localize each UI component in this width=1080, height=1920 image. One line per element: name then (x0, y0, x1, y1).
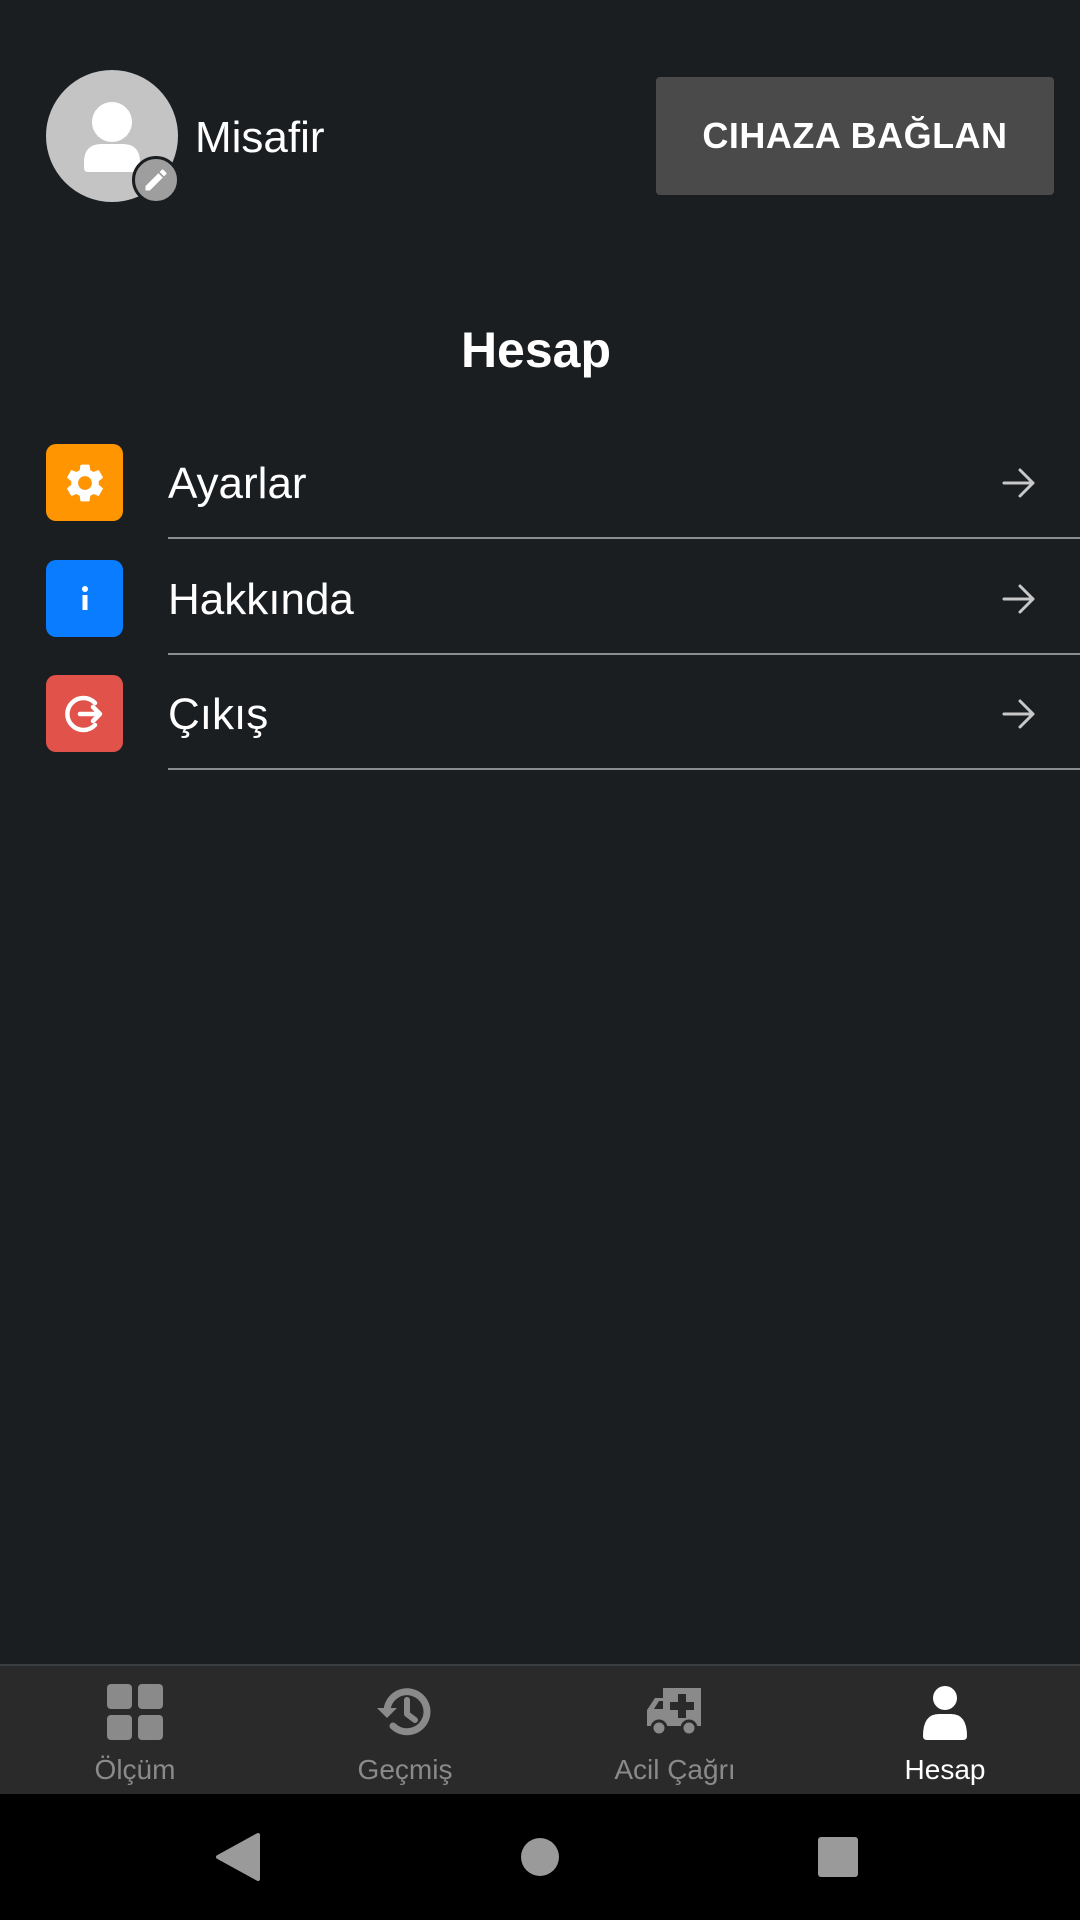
connect-device-button[interactable]: CIHAZA BAĞLAN (656, 77, 1054, 195)
menu-item-label: Ayarlar (168, 459, 307, 508)
recents-icon[interactable] (808, 1827, 868, 1887)
pencil-icon (145, 169, 167, 191)
nav-label: Acil Çağrı (614, 1754, 736, 1785)
logout-icon (46, 675, 123, 752)
nav-tab-account[interactable]: Hesap (810, 1666, 1080, 1794)
divider (168, 768, 1080, 770)
dashboard-grid-icon (107, 1684, 163, 1740)
nav-label: Ölçüm (94, 1754, 176, 1785)
bottom-navigation: Ölçüm Geçmiş Acil Çağrı Hesap (0, 1664, 1080, 1794)
home-icon[interactable] (510, 1827, 570, 1887)
edit-avatar-button[interactable] (132, 156, 180, 204)
nav-tab-history[interactable]: Geçmiş (270, 1666, 540, 1794)
nav-tab-emergency-call[interactable]: Acil Çağrı (540, 1666, 810, 1794)
user-name: Misafir (195, 113, 325, 162)
menu-item-label: Hakkında (168, 575, 354, 624)
nav-label: Geçmiş (357, 1754, 453, 1785)
arrow-right-icon (1002, 468, 1035, 498)
menu-item-label: Çıkış (168, 690, 269, 739)
arrow-right-icon (1002, 699, 1035, 729)
back-icon[interactable] (208, 1827, 268, 1887)
nav-label: Hesap (904, 1754, 986, 1785)
menu-item-logout[interactable]: Çıkış (0, 661, 1080, 776)
gear-icon (46, 444, 123, 521)
ambulance-icon (647, 1688, 701, 1737)
divider (168, 653, 1080, 655)
page-title: Hesap (460, 322, 612, 378)
history-icon (377, 1688, 431, 1736)
nav-tab-measurement[interactable]: Ölçüm (0, 1666, 270, 1794)
menu-item-about[interactable]: Hakkında (0, 546, 1080, 661)
info-icon (46, 560, 123, 637)
divider (168, 537, 1080, 539)
system-navigation-bar (0, 1794, 1080, 1920)
user-icon (923, 1686, 967, 1740)
menu-item-settings[interactable]: Ayarlar (0, 430, 1080, 545)
arrow-right-icon (1002, 584, 1035, 614)
